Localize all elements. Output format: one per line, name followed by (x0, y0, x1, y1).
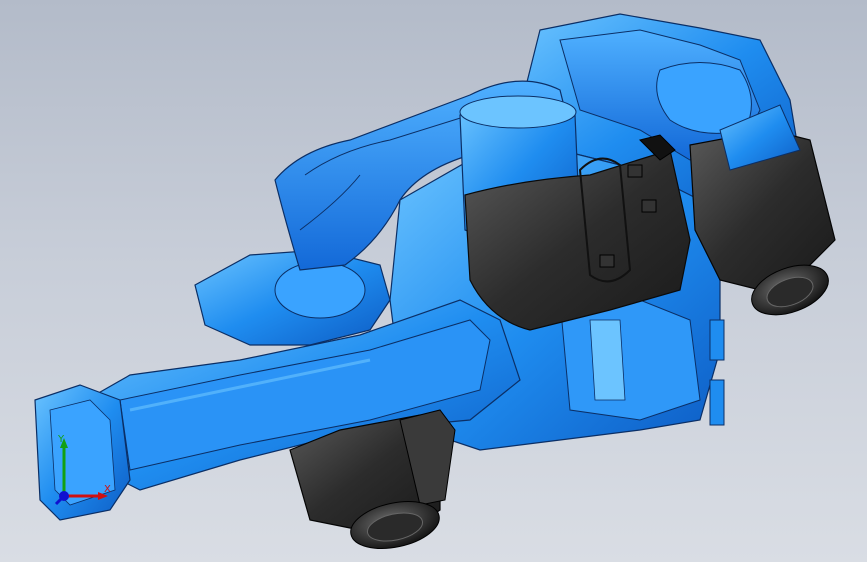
x-axis-label: X (104, 484, 111, 495)
triad-axes (54, 438, 108, 506)
cad-3d-viewport[interactable]: X Y (0, 0, 867, 562)
y-axis-label: Y (58, 434, 65, 445)
robot-arm-model[interactable] (0, 0, 867, 562)
triad-origin (59, 491, 69, 501)
coordinate-triad: X Y (28, 428, 118, 518)
